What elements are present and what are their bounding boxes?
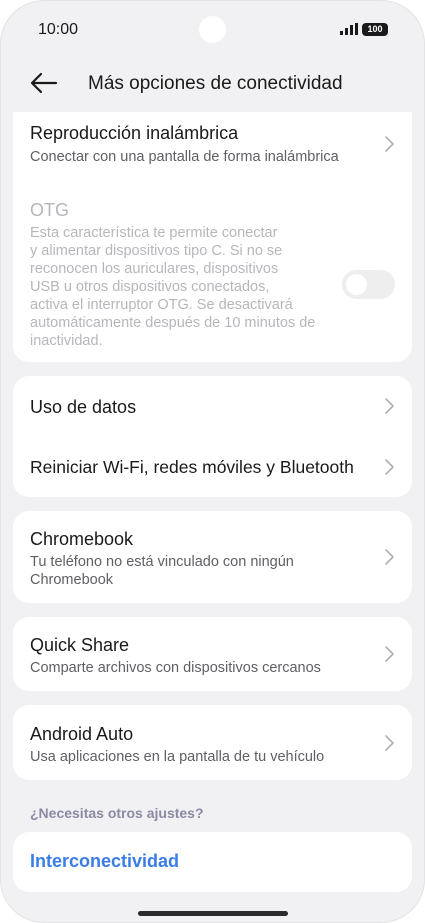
reset-network-title: Reiniciar Wi-Fi, redes móviles y Bluetoo… (30, 457, 354, 477)
chromebook-subtitle-line: Tu teléfono no está vinculado con ningún (30, 554, 294, 570)
network-card: Uso de datos Reiniciar Wi-Fi, redes móvi… (13, 376, 412, 497)
otg-line: automáticamente después de 10 minutos de (30, 315, 316, 331)
status-time: 10:00 (38, 21, 79, 38)
front-camera (199, 16, 226, 43)
chromebook-title: Chromebook (30, 529, 134, 549)
android-auto-subtitle: Usa aplicaciones en la pantalla de tu ve… (30, 749, 325, 765)
status-bar: 10:00 100 (0, 0, 425, 60)
home-indicator[interactable] (138, 911, 288, 916)
battery-icon: 100 (362, 23, 388, 36)
android-auto-title: Android Auto (30, 724, 134, 744)
otg-line: inactividad. (30, 333, 103, 349)
data-usage-title: Uso de datos (30, 397, 137, 417)
otg-line: USB u otros dispositivos conectados, (30, 279, 270, 295)
signal-icon (340, 23, 358, 35)
page-title: Más opciones de conectividad (88, 73, 343, 94)
chevron-right-icon (385, 549, 394, 565)
interconnectivity-link[interactable]: Interconectividad (30, 851, 179, 872)
wireless-display-row[interactable]: Reproducción inalámbrica Conectar con un… (13, 112, 412, 176)
chevron-right-icon (385, 398, 394, 414)
other-settings-label: ¿Necesitas otros ajustes? (30, 805, 204, 821)
otg-row: OTG Esta característica te permite conec… (13, 190, 412, 360)
phone-screen: 10:00 100 Más opciones de conectividad R… (0, 0, 425, 923)
chromebook-subtitle-line: Chromebook (30, 572, 114, 588)
otg-line: reconocen los auriculares, dispositivos (30, 261, 279, 277)
app-header: Más opciones de conectividad (0, 62, 425, 106)
otg-line: Esta característica te permite conectar (30, 225, 278, 241)
quick-share-subtitle: Comparte archivos con dispositivos cerca… (30, 660, 321, 676)
chevron-right-icon (385, 735, 394, 751)
wireless-display-subtitle: Conectar con una pantalla de forma inalá… (30, 149, 339, 165)
wireless-display-title: Reproducción inalámbrica (30, 123, 239, 143)
quick-share-card[interactable]: Quick Share Comparte archivos con dispos… (13, 617, 412, 691)
arrow-left-icon[interactable] (30, 71, 58, 95)
data-usage-row[interactable]: Uso de datos (13, 376, 412, 436)
chevron-right-icon (385, 646, 394, 662)
chevron-right-icon (385, 136, 394, 152)
toggle-knob (346, 274, 367, 295)
quick-share-title: Quick Share (30, 635, 130, 655)
otg-title: OTG (30, 200, 69, 220)
connectivity-card: Reproducción inalámbrica Conectar con un… (13, 112, 412, 362)
otg-line: y alimentar dispositivos tipo C. Si no s… (30, 243, 283, 259)
otg-toggle[interactable] (342, 270, 395, 299)
otg-line: activa el interruptor OTG. Se desactivar… (30, 297, 293, 313)
chromebook-card[interactable]: Chromebook Tu teléfono no está vinculado… (13, 511, 412, 603)
chevron-right-icon (385, 459, 394, 475)
reset-network-row[interactable]: Reiniciar Wi-Fi, redes móviles y Bluetoo… (13, 436, 412, 497)
interconnectivity-card[interactable]: Interconectividad (13, 832, 412, 892)
android-auto-card[interactable]: Android Auto Usa aplicaciones en la pant… (13, 705, 412, 780)
